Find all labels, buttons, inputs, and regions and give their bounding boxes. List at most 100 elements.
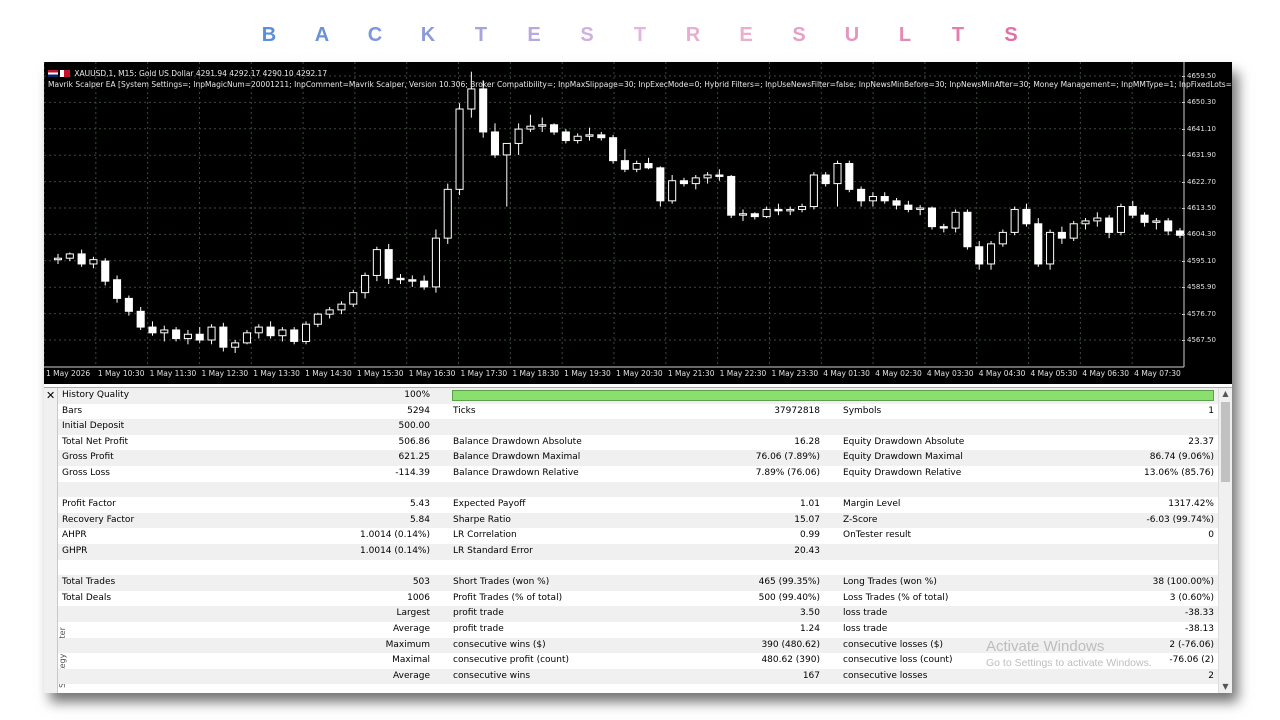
close-icon[interactable]: ✕: [46, 389, 55, 402]
metric-value: Average: [393, 624, 430, 634]
candle: [609, 134, 618, 164]
candle: [786, 206, 795, 216]
title-letter: T: [633, 24, 647, 46]
metric-value: 5.84: [409, 514, 430, 525]
price-tick: [1182, 128, 1185, 130]
candle-body: [1093, 217, 1102, 222]
candle-body: [396, 277, 405, 281]
price-chart[interactable]: XAUUSD,1, M15: Gold US Dollar 4291.94 42…: [44, 62, 1232, 384]
candle-body: [963, 211, 972, 248]
candle-body: [160, 329, 169, 334]
metric-label: consecutive losses: [843, 670, 928, 681]
candle: [290, 327, 299, 345]
candle: [372, 246, 381, 282]
metric-label: loss trade: [843, 624, 888, 634]
time-label: 1 May 19:30: [564, 369, 611, 378]
candlestick-chart: [44, 62, 1185, 368]
candle-body: [750, 213, 759, 218]
candle-body: [219, 326, 228, 348]
title-letter: K: [420, 24, 436, 46]
candle: [254, 324, 263, 339]
candle: [337, 301, 346, 315]
time-axis[interactable]: 1 May 2026 1 May 10:30 1 May 11:30 1 May 12…: [44, 367, 1232, 381]
price-tick: [1182, 234, 1185, 236]
candle: [750, 212, 759, 220]
title-letter: L: [898, 24, 912, 46]
candle-body: [479, 88, 488, 133]
table-row: Bars 5294 Ticks 37972818 Symbols 1: [58, 404, 1218, 420]
candle-body: [526, 125, 535, 130]
metric-value: 2 (-76.06): [1169, 639, 1214, 650]
metric-value: 500.00: [398, 421, 431, 432]
activate-windows-watermark: Activate Windows Go to Settings to activ…: [986, 638, 1152, 670]
scroll-down-icon[interactable]: ▼: [1219, 681, 1232, 693]
candle-body: [101, 260, 110, 282]
metric-value: 5294: [407, 405, 430, 416]
candle-body: [1105, 217, 1114, 233]
metric-label: History Quality: [62, 390, 130, 400]
candle: [939, 223, 948, 233]
scroll-up-icon[interactable]: ▲: [1219, 388, 1232, 400]
candle-body: [455, 108, 464, 190]
candle-body: [715, 174, 724, 177]
candle: [455, 103, 464, 196]
candle: [1140, 212, 1149, 227]
candle-body: [585, 134, 594, 137]
candle-body: [656, 167, 665, 202]
candle: [986, 241, 996, 270]
time-label: 1 May 22:30: [719, 369, 767, 378]
candle: [538, 117, 547, 132]
candle-body: [691, 177, 700, 185]
candle: [77, 249, 86, 267]
candle: [927, 206, 937, 230]
metric-value: 1.0014 (0.14%): [360, 530, 430, 541]
candle: [361, 272, 370, 299]
candle-body: [313, 313, 322, 325]
time-label: 1 May 12:30: [201, 369, 249, 378]
candle: [821, 172, 830, 187]
price-scale[interactable]: 4659.50 4650.30 4641.10 4631.90 4622.70 4613.…: [1182, 62, 1232, 372]
time-label: 4 May 06:30: [1082, 369, 1130, 378]
metric-value: 0: [1208, 530, 1214, 541]
title-letter: T: [474, 24, 488, 46]
metric-value: 2: [1208, 670, 1214, 681]
metric-label: Bars: [62, 405, 83, 416]
candle: [1081, 218, 1090, 230]
scroll-thumb[interactable]: [1221, 402, 1230, 482]
candle-body: [774, 208, 783, 212]
page-title: BACKTESTRESULTS: [0, 20, 1280, 50]
metric-label: Short Trades (won %): [453, 577, 550, 588]
metric-value: Largest: [396, 608, 430, 619]
candle: [195, 327, 204, 343]
metric-value: 1006: [407, 592, 430, 603]
candle: [160, 325, 169, 342]
metric-label: Total Trades: [62, 577, 116, 588]
candle-body: [727, 175, 736, 216]
metric-value: -114.39: [395, 468, 430, 478]
candle-body: [798, 206, 807, 210]
metric-value: 16.28: [794, 436, 820, 447]
time-label: 1 May 15:30: [356, 369, 404, 378]
candle-body: [821, 174, 830, 185]
price-tick: [1182, 313, 1185, 315]
candle: [490, 123, 500, 158]
price-tick: [1182, 287, 1185, 289]
table-row: Gross Profit 621.25 Balance Drawdown Maxim…: [58, 450, 1218, 466]
price-label: 4595.10: [1187, 256, 1216, 265]
candle-body: [384, 249, 393, 279]
candle-body: [65, 253, 74, 259]
panel-side-strip: ✕ Strategy Tester: [44, 388, 67, 693]
candle-body: [148, 326, 157, 334]
table-row: Total Trades 503 Short Trades (won %) 465 (…: [58, 575, 1218, 591]
metric-value: 1.24: [799, 624, 820, 634]
candle: [774, 203, 783, 216]
title-letter: B: [261, 24, 277, 46]
table-row: [58, 481, 1218, 498]
metric-label: Expected Payoff: [453, 499, 526, 510]
time-label: 1 May 14:30: [305, 369, 352, 378]
candle-body: [986, 243, 996, 265]
scrollbar[interactable]: ▲ ▼: [1218, 388, 1232, 693]
metric-value: 390 (480.62): [761, 639, 820, 650]
flag-us-icon: [48, 70, 58, 77]
candle-body: [998, 231, 1007, 245]
